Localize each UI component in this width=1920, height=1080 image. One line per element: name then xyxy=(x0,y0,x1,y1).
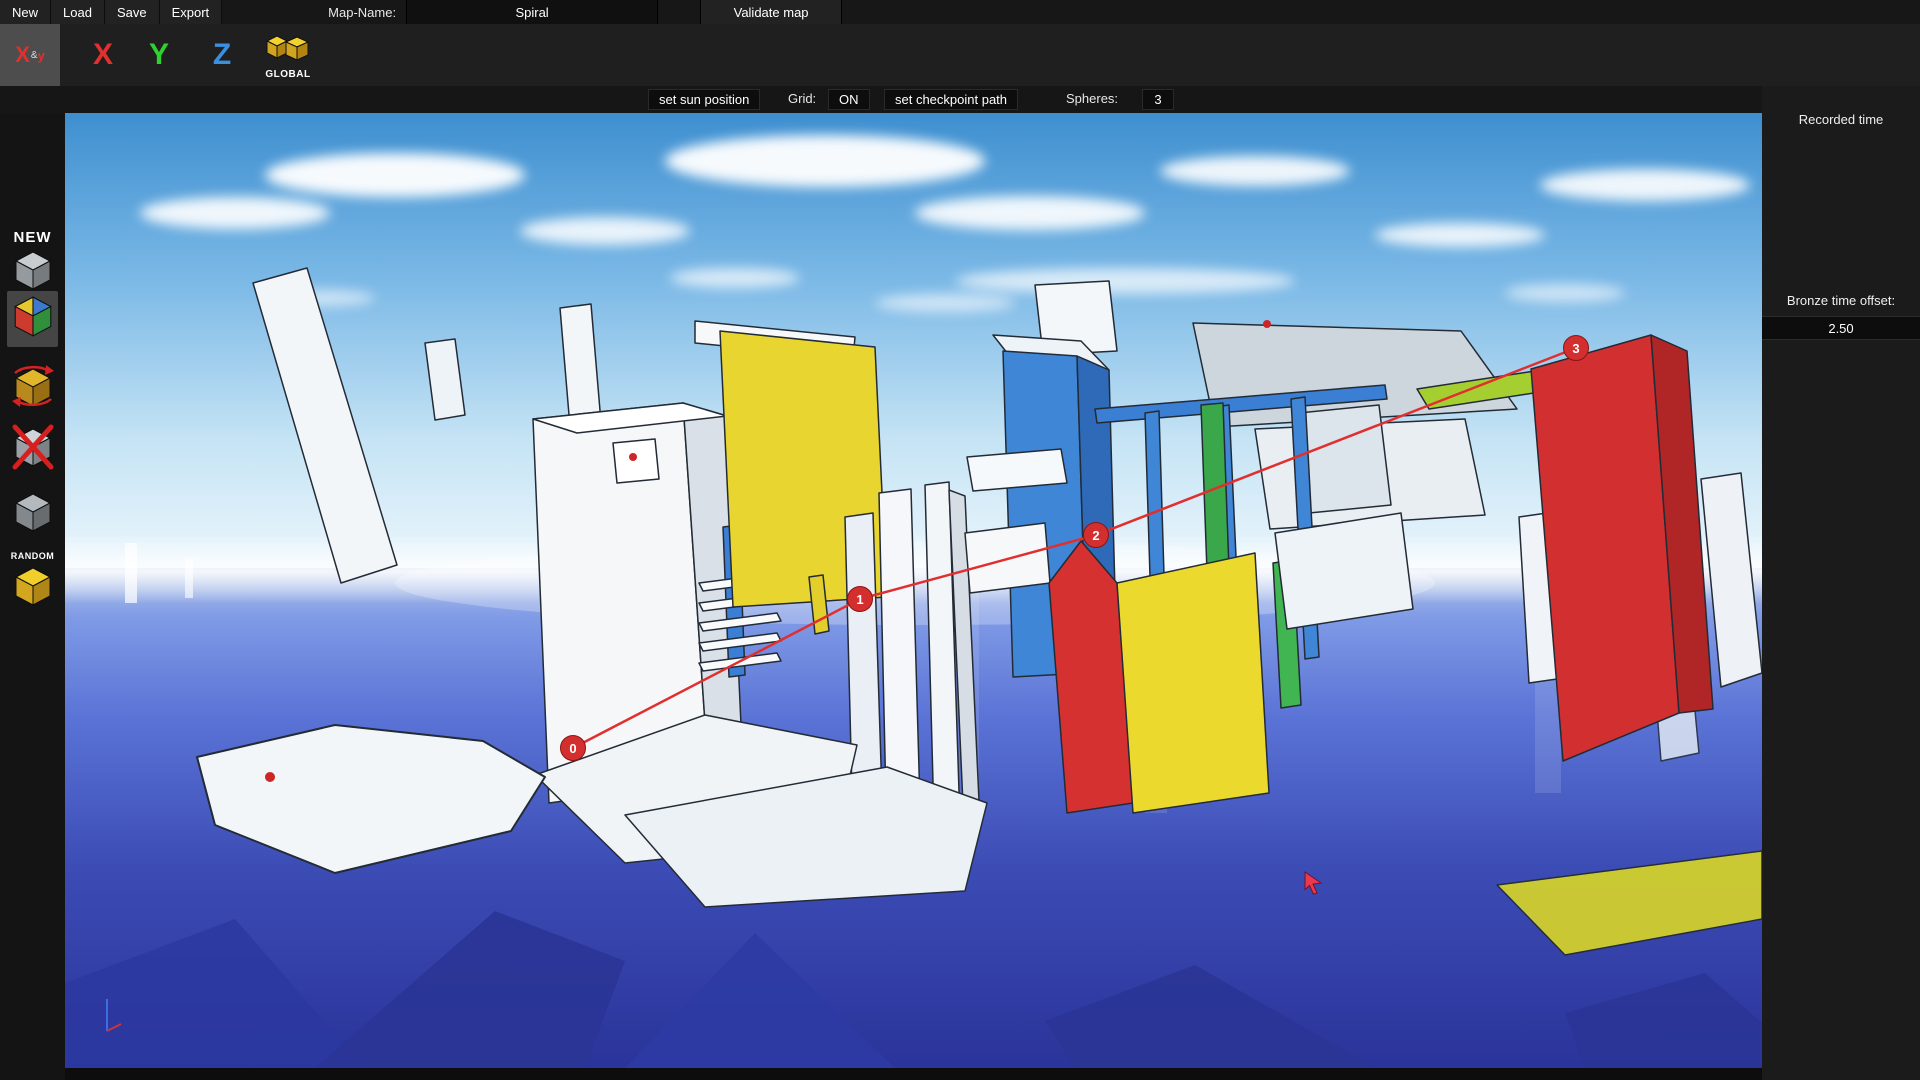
menu-export-button[interactable]: Export xyxy=(160,0,223,24)
spheres-label: Spheres: xyxy=(1066,91,1118,106)
yellow-cube-icon xyxy=(13,565,53,614)
recorded-time-label: Recorded time xyxy=(1762,112,1920,127)
delete-block-tool[interactable] xyxy=(0,423,65,476)
random-block-label: RANDOM xyxy=(0,551,65,561)
set-sun-position-button[interactable]: set sun position xyxy=(648,89,760,110)
map-name-label: Map-Name: xyxy=(318,5,406,20)
random-block-tool[interactable] xyxy=(0,565,65,614)
set-checkpoint-path-button[interactable]: set checkpoint path xyxy=(884,89,1018,110)
axis-xy-x-label: X xyxy=(15,42,30,68)
axis-xy-y-label: y xyxy=(38,48,45,63)
axis-xy-button[interactable]: X&y xyxy=(0,24,60,86)
grid-toggle-button[interactable]: ON xyxy=(828,89,870,110)
tool-sidebar: NEW xyxy=(0,113,65,1080)
menu-new-button[interactable]: New xyxy=(0,0,51,24)
scene-svg xyxy=(65,113,1762,1068)
rotate-block-tool[interactable] xyxy=(0,361,65,416)
menu-bar: New Load Save Export Map-Name: Spiral Va… xyxy=(0,0,1920,24)
axis-y-button[interactable]: Y xyxy=(136,24,182,86)
map-name-input[interactable]: Spiral xyxy=(406,0,658,24)
global-label: GLOBAL xyxy=(265,69,310,80)
bronze-offset-label: Bronze time offset: xyxy=(1762,293,1920,308)
cursor-pointer xyxy=(1303,871,1327,900)
checkpoint-marker-1[interactable]: 1 xyxy=(847,586,873,612)
axis-xy-amp-label: & xyxy=(31,50,38,61)
bronze-offset-field[interactable]: 2.50 xyxy=(1762,316,1920,340)
global-cubes-icon xyxy=(265,34,311,67)
axis-z-button[interactable]: Z xyxy=(199,24,245,86)
plain-block-tool[interactable] xyxy=(0,491,65,540)
map-editor-app: New Load Save Export Map-Name: Spiral Va… xyxy=(0,0,1920,1080)
axis-x-button[interactable]: X xyxy=(80,24,126,86)
global-toggle-button[interactable]: GLOBAL xyxy=(252,24,324,86)
viewport-toolbar: set sun position Grid: ON set checkpoint… xyxy=(0,86,1920,113)
axis-toolbar: X&y X Y Z GLOBAL xyxy=(0,24,1920,86)
place-block-tool-selected[interactable] xyxy=(7,291,58,347)
new-block-label: NEW xyxy=(0,229,65,246)
checkpoint-marker-0[interactable]: 0 xyxy=(560,735,586,761)
menu-save-button[interactable]: Save xyxy=(105,0,160,24)
spheres-count-field[interactable]: 3 xyxy=(1142,89,1174,110)
menu-load-button[interactable]: Load xyxy=(51,0,105,24)
checkpoint-marker-3[interactable]: 3 xyxy=(1563,335,1589,361)
checkpoint-marker-2[interactable]: 2 xyxy=(1083,522,1109,548)
colored-cube-icon xyxy=(12,294,54,345)
right-panel: Recorded time Bronze time offset: 2.50 xyxy=(1762,86,1920,1080)
bottom-strip xyxy=(65,1068,1762,1080)
validate-map-button[interactable]: Validate map xyxy=(700,0,842,24)
plain-cube-icon xyxy=(13,491,53,540)
delete-cube-icon xyxy=(11,423,55,476)
viewport-3d[interactable]: 0 1 2 3 xyxy=(65,113,1762,1068)
grid-label: Grid: xyxy=(788,91,816,106)
rotate-cube-icon xyxy=(10,361,56,416)
